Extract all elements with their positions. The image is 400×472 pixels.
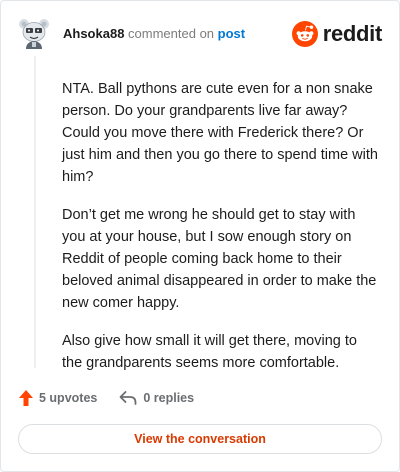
upvote-count: 5 upvotes [39, 391, 98, 405]
user-avatar-icon[interactable] [17, 15, 51, 49]
commented-on-label: commented on [128, 26, 215, 41]
username-link[interactable]: Ahsoka88 [63, 26, 124, 41]
comment-body: NTA. Ball pythons are cute even for a no… [62, 78, 380, 390]
view-conversation-button[interactable]: View the conversation [18, 424, 382, 454]
comment-header: Ahsoka88 commented on post [63, 26, 245, 42]
post-link[interactable]: post [218, 26, 245, 41]
upvote-button[interactable]: 5 upvotes [19, 390, 97, 406]
reply-count: 0 replies [143, 391, 195, 405]
comment-paragraph: Don’t get me wrong he should get to stay… [62, 207, 377, 311]
comment-paragraph: Also give how small it will get there, m… [62, 333, 357, 371]
replies-button[interactable]: 0 replies [119, 390, 194, 406]
upvote-arrow-icon [19, 390, 33, 406]
reddit-logo-icon [291, 21, 318, 47]
comment-paragraph: NTA. Ball pythons are cute even for a no… [62, 81, 378, 185]
reddit-logo[interactable]: reddit [291, 21, 383, 47]
comment-embed-card: Ahsoka88 commented on post reddit NTA. B… [0, 0, 400, 472]
comment-actions: 5 upvotes 0 replies [19, 390, 194, 406]
reply-arrow-icon [119, 391, 137, 405]
thread-line[interactable] [34, 56, 36, 368]
reddit-wordmark: reddit [322, 21, 383, 46]
